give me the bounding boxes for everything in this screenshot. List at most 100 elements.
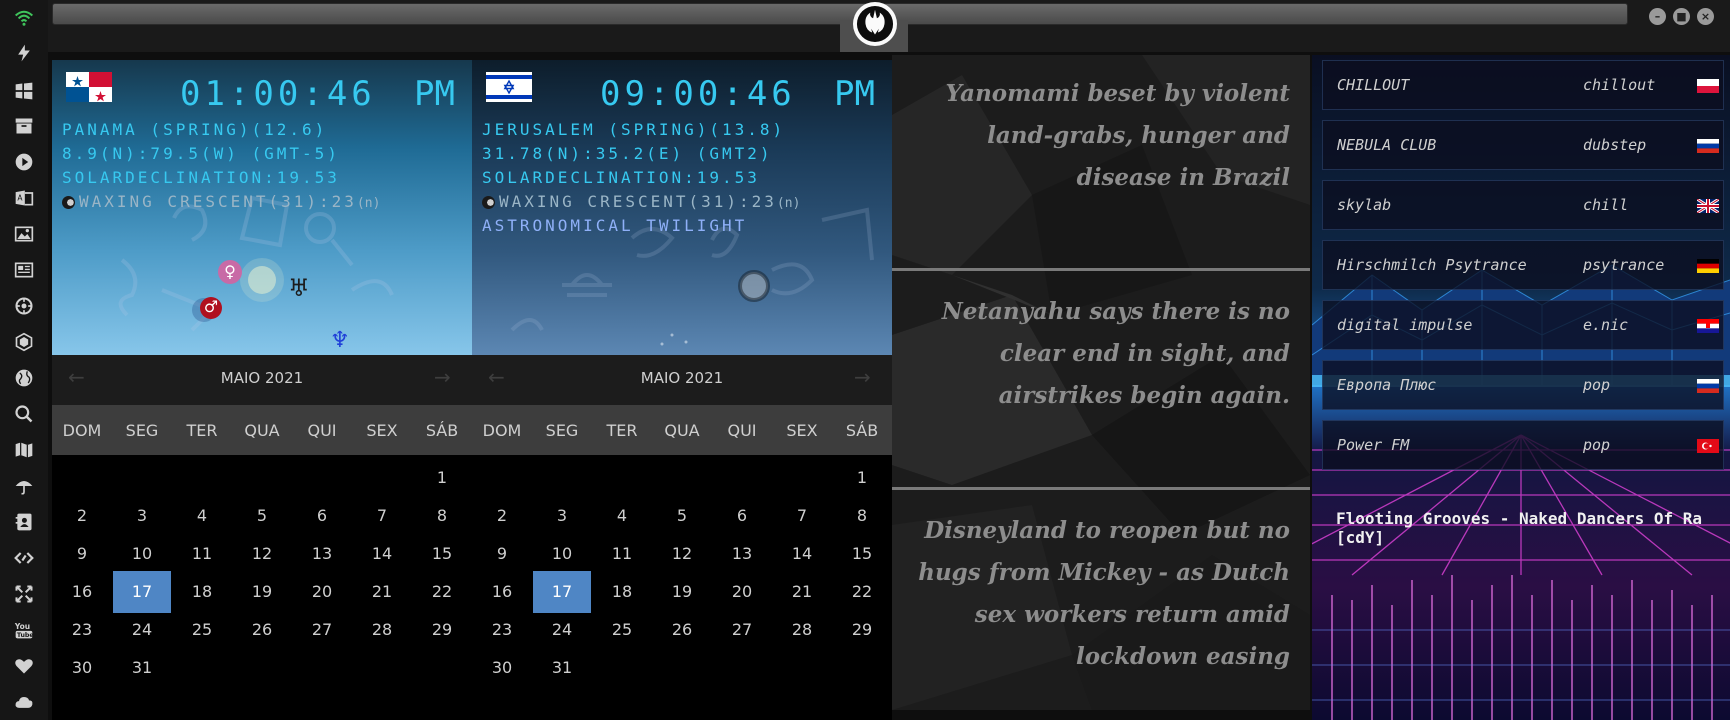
calendar-day[interactable]: 1 bbox=[833, 457, 891, 499]
calendar-day[interactable]: 3 bbox=[533, 495, 591, 537]
close-button[interactable]: × bbox=[1697, 8, 1714, 25]
next-month-icon[interactable]: → bbox=[854, 365, 871, 389]
translate-icon[interactable]: A bbox=[12, 186, 36, 210]
calendar-day[interactable]: 16 bbox=[53, 571, 111, 613]
calendar-day[interactable]: 22 bbox=[833, 571, 891, 613]
hexagon-icon[interactable] bbox=[12, 330, 36, 354]
calendar-day[interactable]: 21 bbox=[773, 571, 831, 613]
radio-station[interactable]: skylab chill bbox=[1322, 180, 1724, 230]
calendar-day[interactable]: 19 bbox=[233, 571, 291, 613]
news-icon[interactable] bbox=[12, 258, 36, 282]
calendar-day[interactable]: 11 bbox=[593, 533, 651, 575]
calendar-day[interactable]: 29 bbox=[413, 609, 471, 651]
radio-station[interactable]: NEBULA CLUB dubstep bbox=[1322, 120, 1724, 170]
calendar-day[interactable]: 5 bbox=[233, 495, 291, 537]
calendar-day[interactable]: 9 bbox=[473, 533, 531, 575]
calendar-day[interactable]: 27 bbox=[713, 609, 771, 651]
neptune-icon: ♆ bbox=[330, 328, 350, 353]
calendar-day[interactable]: 16 bbox=[473, 571, 531, 613]
globe-icon[interactable] bbox=[12, 366, 36, 390]
calendar-day[interactable]: 11 bbox=[173, 533, 231, 575]
calendar-title: MAIO 2021 bbox=[640, 369, 724, 387]
rebel-alliance-icon[interactable] bbox=[853, 2, 897, 46]
calendar-day[interactable]: 10 bbox=[533, 533, 591, 575]
calendar-day[interactable]: 2 bbox=[53, 495, 111, 537]
calendar-day[interactable]: 29 bbox=[833, 609, 891, 651]
calendar-day[interactable]: 20 bbox=[713, 571, 771, 613]
calendar-day[interactable]: 19 bbox=[653, 571, 711, 613]
bolt-icon[interactable] bbox=[12, 41, 36, 65]
contact-icon[interactable] bbox=[12, 510, 36, 534]
calendar-day[interactable]: 31 bbox=[533, 647, 591, 689]
calendar-day[interactable]: 4 bbox=[173, 495, 231, 537]
calendar-day[interactable]: 22 bbox=[413, 571, 471, 613]
calendar-day[interactable]: 5 bbox=[653, 495, 711, 537]
map-icon[interactable] bbox=[12, 438, 36, 462]
calendar-day[interactable]: 2 bbox=[473, 495, 531, 537]
calendar-day[interactable]: 7 bbox=[773, 495, 831, 537]
calendar-day[interactable]: 15 bbox=[413, 533, 471, 575]
calendar-day[interactable]: 30 bbox=[53, 647, 111, 689]
calendar-day[interactable]: 7 bbox=[353, 495, 411, 537]
calendar-day[interactable]: 30 bbox=[473, 647, 531, 689]
heart-icon[interactable] bbox=[12, 654, 36, 678]
calendar-day[interactable]: 25 bbox=[173, 609, 231, 651]
play-icon[interactable] bbox=[12, 150, 36, 174]
calendar-day[interactable]: 21 bbox=[353, 571, 411, 613]
calendar-day[interactable]: 4 bbox=[593, 495, 651, 537]
search-icon[interactable] bbox=[12, 402, 36, 426]
minimize-button[interactable]: – bbox=[1649, 8, 1666, 25]
archive-icon[interactable] bbox=[12, 114, 36, 138]
calendar-day[interactable]: 12 bbox=[653, 533, 711, 575]
calendar-day[interactable]: 23 bbox=[53, 609, 111, 651]
calendar-day[interactable]: 15 bbox=[833, 533, 891, 575]
news-headline[interactable]: Disneyland to reopen but no hugs from Mi… bbox=[902, 510, 1290, 678]
calendar-day[interactable]: 26 bbox=[233, 609, 291, 651]
calendar-day[interactable]: 14 bbox=[353, 533, 411, 575]
calendar-day[interactable]: 13 bbox=[713, 533, 771, 575]
news-headline[interactable]: Yanomami beset by violent land-grabs, hu… bbox=[902, 73, 1290, 199]
calendar-day[interactable]: 8 bbox=[833, 495, 891, 537]
radio-station[interactable]: digital impulse e.nic bbox=[1322, 300, 1724, 350]
calendar-day[interactable]: 28 bbox=[773, 609, 831, 651]
maximize-button[interactable]: ■ bbox=[1673, 8, 1690, 25]
calendar-day[interactable]: 18 bbox=[593, 571, 651, 613]
calendar-day[interactable]: 24 bbox=[113, 609, 171, 651]
next-month-icon[interactable]: → bbox=[434, 365, 451, 389]
wifi-icon[interactable] bbox=[12, 6, 36, 30]
calendar-day[interactable]: 25 bbox=[593, 609, 651, 651]
radio-station[interactable]: Hirschmilch Psytrance psytrance bbox=[1322, 240, 1724, 290]
calendar-day[interactable]: 10 bbox=[113, 533, 171, 575]
calendar-day-selected[interactable]: 17 bbox=[113, 571, 171, 613]
calendar-day[interactable]: 20 bbox=[293, 571, 351, 613]
windows-icon[interactable] bbox=[12, 79, 36, 103]
calendar-day[interactable]: 14 bbox=[773, 533, 831, 575]
expand-icon[interactable] bbox=[12, 582, 36, 606]
umbrella-icon[interactable] bbox=[12, 474, 36, 498]
calendar-day[interactable]: 6 bbox=[713, 495, 771, 537]
calendar-day[interactable]: 23 bbox=[473, 609, 531, 651]
code-icon[interactable] bbox=[12, 546, 36, 570]
radio-station[interactable]: Европа Плюс pop bbox=[1322, 360, 1724, 410]
calendar-day-selected[interactable]: 17 bbox=[533, 571, 591, 613]
calendar-day[interactable]: 1 bbox=[413, 457, 471, 499]
calendar-day[interactable]: 24 bbox=[533, 609, 591, 651]
calendar-day[interactable]: 13 bbox=[293, 533, 351, 575]
calendar-day[interactable]: 27 bbox=[293, 609, 351, 651]
calendar-day[interactable]: 28 bbox=[353, 609, 411, 651]
calendar-day[interactable]: 26 bbox=[653, 609, 711, 651]
radio-station[interactable]: Power FM pop bbox=[1322, 420, 1724, 470]
youtube-icon[interactable]: You Tube bbox=[12, 618, 36, 642]
image-icon[interactable] bbox=[12, 222, 36, 246]
calendar-day[interactable]: 12 bbox=[233, 533, 291, 575]
settings-icon[interactable] bbox=[12, 294, 36, 318]
calendar-day[interactable]: 31 bbox=[113, 647, 171, 689]
calendar-day[interactable]: 8 bbox=[413, 495, 471, 537]
cloud-icon[interactable] bbox=[12, 690, 36, 714]
calendar-day[interactable]: 9 bbox=[53, 533, 111, 575]
calendar-day[interactable]: 3 bbox=[113, 495, 171, 537]
radio-station[interactable]: CHILLOUT chillout bbox=[1322, 60, 1724, 110]
calendar-day[interactable]: 18 bbox=[173, 571, 231, 613]
calendar-day[interactable]: 6 bbox=[293, 495, 351, 537]
news-headline[interactable]: Netanyahu says there is no clear end in … bbox=[902, 291, 1290, 417]
